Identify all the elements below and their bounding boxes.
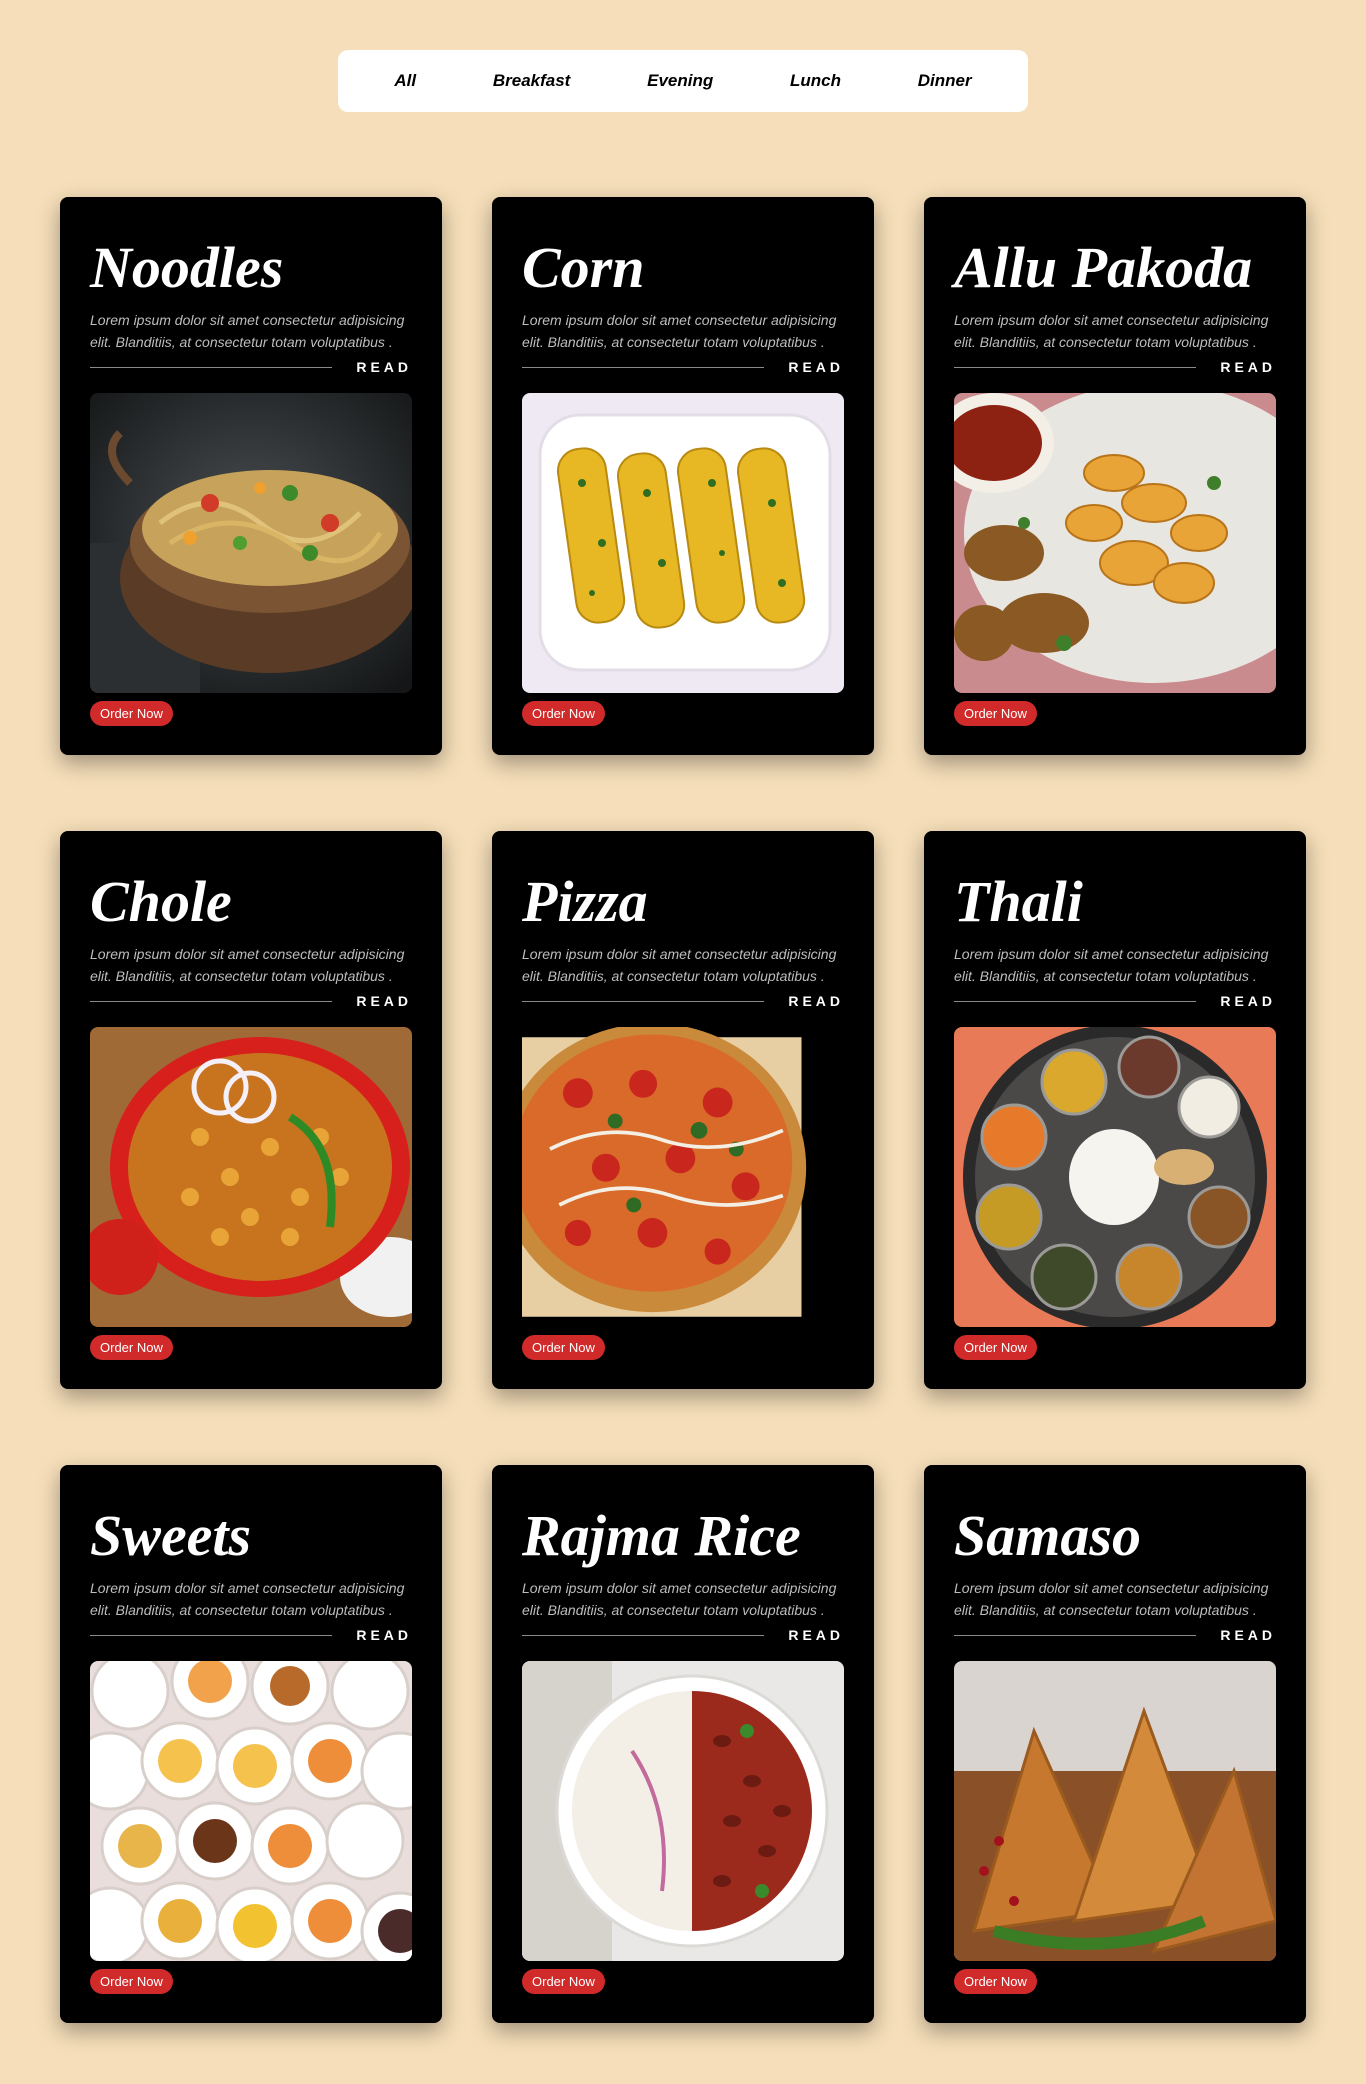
- read-link[interactable]: READ: [788, 359, 844, 375]
- read-row: READ: [954, 357, 1276, 377]
- order-now-button[interactable]: Order Now: [90, 1335, 173, 1360]
- food-card-pizza: Pizza Lorem ipsum dolor sit amet consect…: [492, 831, 874, 1389]
- read-row: READ: [522, 357, 844, 377]
- read-link[interactable]: READ: [1220, 993, 1276, 1009]
- divider-line: [90, 366, 332, 368]
- read-row: READ: [954, 1625, 1276, 1645]
- read-link[interactable]: READ: [788, 993, 844, 1009]
- food-card-noodles: Noodles Lorem ipsum dolor sit amet conse…: [60, 197, 442, 755]
- card-title: Pizza: [522, 869, 648, 934]
- card-description: Lorem ipsum dolor sit amet consectetur a…: [954, 946, 1269, 984]
- filter-tab-evening[interactable]: Evening: [633, 65, 727, 97]
- filter-tab-lunch[interactable]: Lunch: [776, 65, 855, 97]
- card-description: Lorem ipsum dolor sit amet consectetur a…: [522, 1580, 837, 1618]
- read-link[interactable]: READ: [1220, 359, 1276, 375]
- divider-line: [522, 1634, 764, 1636]
- filter-tab-all[interactable]: All: [380, 65, 430, 97]
- card-description: Lorem ipsum dolor sit amet consectetur a…: [90, 946, 405, 984]
- category-filter-bar: All Breakfast Evening Lunch Dinner: [338, 50, 1028, 112]
- order-now-button[interactable]: Order Now: [954, 1335, 1037, 1360]
- card-description: Lorem ipsum dolor sit amet consectetur a…: [522, 946, 837, 984]
- card-description: Lorem ipsum dolor sit amet consectetur a…: [954, 1580, 1269, 1618]
- chole-photo: [90, 1027, 412, 1327]
- divider-line: [522, 366, 764, 368]
- order-now-button[interactable]: Order Now: [954, 1969, 1037, 1994]
- read-link[interactable]: READ: [356, 993, 412, 1009]
- card-description: Lorem ipsum dolor sit amet consectetur a…: [90, 1580, 405, 1618]
- divider-line: [954, 1634, 1196, 1636]
- allu-pakoda-photo: [954, 393, 1276, 693]
- food-card-grid: Noodles Lorem ipsum dolor sit amet conse…: [60, 197, 1306, 2023]
- samaso-photo: [954, 1661, 1276, 1961]
- order-now-button[interactable]: Order Now: [90, 701, 173, 726]
- card-title: Allu Pakoda: [954, 235, 1253, 300]
- read-link[interactable]: READ: [1220, 1627, 1276, 1643]
- food-card-corn: Corn Lorem ipsum dolor sit amet consecte…: [492, 197, 874, 755]
- filter-tab-dinner[interactable]: Dinner: [904, 65, 986, 97]
- food-card-rajma-rice: Rajma Rice Lorem ipsum dolor sit amet co…: [492, 1465, 874, 2023]
- card-description: Lorem ipsum dolor sit amet consectetur a…: [90, 312, 405, 350]
- read-row: READ: [522, 1625, 844, 1645]
- read-link[interactable]: READ: [788, 1627, 844, 1643]
- food-card-allu-pakoda: Allu Pakoda Lorem ipsum dolor sit amet c…: [924, 197, 1306, 755]
- divider-line: [522, 1000, 764, 1002]
- corn-photo: [522, 393, 844, 693]
- read-row: READ: [90, 1625, 412, 1645]
- card-title: Thali: [954, 869, 1083, 934]
- divider-line: [954, 1000, 1196, 1002]
- read-row: READ: [90, 357, 412, 377]
- divider-line: [90, 1634, 332, 1636]
- read-row: READ: [954, 991, 1276, 1011]
- card-title: Rajma Rice: [522, 1503, 801, 1568]
- read-row: READ: [522, 991, 844, 1011]
- food-card-chole: Chole Lorem ipsum dolor sit amet consect…: [60, 831, 442, 1389]
- rajma-rice-photo: [522, 1661, 844, 1961]
- card-title: Corn: [522, 235, 645, 300]
- read-row: READ: [90, 991, 412, 1011]
- read-link[interactable]: READ: [356, 359, 412, 375]
- order-now-button[interactable]: Order Now: [954, 701, 1037, 726]
- food-card-samaso: Samaso Lorem ipsum dolor sit amet consec…: [924, 1465, 1306, 2023]
- divider-line: [90, 1000, 332, 1002]
- card-title: Sweets: [90, 1503, 252, 1568]
- card-description: Lorem ipsum dolor sit amet consectetur a…: [522, 312, 837, 350]
- card-title: Samaso: [954, 1503, 1141, 1568]
- pizza-photo: [522, 1027, 807, 1317]
- order-now-button[interactable]: Order Now: [522, 1969, 605, 1994]
- thali-photo: [954, 1027, 1276, 1327]
- food-card-thali: Thali Lorem ipsum dolor sit amet consect…: [924, 831, 1306, 1389]
- order-now-button[interactable]: Order Now: [522, 701, 605, 726]
- food-card-sweets: Sweets Lorem ipsum dolor sit amet consec…: [60, 1465, 442, 2023]
- card-title: Noodles: [90, 235, 284, 300]
- card-title: Chole: [90, 869, 232, 934]
- noodles-photo: [90, 393, 412, 693]
- read-link[interactable]: READ: [356, 1627, 412, 1643]
- divider-line: [954, 366, 1196, 368]
- card-description: Lorem ipsum dolor sit amet consectetur a…: [954, 312, 1269, 350]
- filter-tab-breakfast[interactable]: Breakfast: [479, 65, 585, 97]
- order-now-button[interactable]: Order Now: [90, 1969, 173, 1994]
- order-now-button[interactable]: Order Now: [522, 1335, 605, 1360]
- sweets-photo: [90, 1661, 412, 1961]
